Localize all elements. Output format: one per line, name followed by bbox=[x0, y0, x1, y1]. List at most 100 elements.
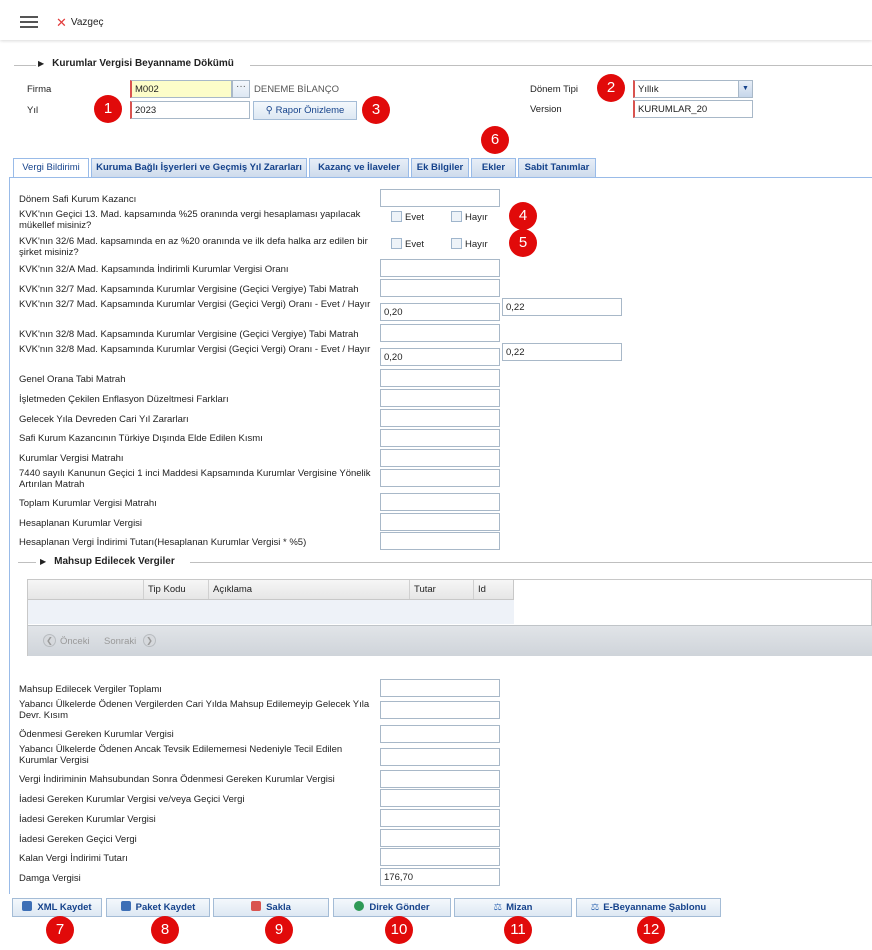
q1-evet-checkbox[interactable] bbox=[391, 211, 402, 222]
collapse-arrow-icon: ▶ bbox=[40, 557, 47, 566]
tab-vergi-bildirimi[interactable]: Vergi Bildirimi bbox=[13, 158, 89, 178]
mizan-button[interactable]: ⚖ Mizan bbox=[454, 898, 572, 917]
32-8-matrah-input[interactable] bbox=[380, 324, 500, 342]
grid-col-id[interactable]: Id bbox=[474, 580, 514, 599]
prev-page-icon[interactable]: ❮ bbox=[43, 634, 56, 647]
donem-tipi-label: Dönem Tipi bbox=[530, 84, 579, 95]
grid-col-aciklama[interactable]: Açıklama bbox=[209, 580, 410, 599]
field-label: Toplam Kurumlar Vergisi Matrahı bbox=[19, 498, 157, 509]
iade-kv-input[interactable] bbox=[380, 809, 500, 827]
xml-kaydet-button[interactable]: XML Kaydet bbox=[12, 898, 102, 917]
sakla-button[interactable]: Sakla bbox=[213, 898, 329, 917]
evet-label: Evet bbox=[405, 212, 425, 223]
collapse-arrow-icon: ▶ bbox=[38, 59, 45, 68]
download-icon bbox=[120, 901, 131, 911]
tab-sabit-tanimlar[interactable]: Sabit Tanımlar bbox=[518, 158, 596, 178]
32-7-matrah-input[interactable] bbox=[380, 279, 500, 297]
iade-gecici-vergi-input[interactable] bbox=[380, 829, 500, 847]
paket-kaydet-button[interactable]: Paket Kaydet bbox=[106, 898, 210, 917]
direk-gonder-button[interactable]: Direk Gönder bbox=[333, 898, 451, 917]
field-label: Kurumlar Vergisi Matrahı bbox=[19, 453, 124, 464]
field-label: Genel Orana Tabi Matrah bbox=[19, 374, 126, 385]
tab-ek-bilgiler[interactable]: Ek Bilgiler bbox=[411, 158, 469, 178]
section-divider bbox=[190, 562, 872, 563]
firma-code-input[interactable]: M002 bbox=[130, 80, 232, 98]
field-label: Yabancı Ülkelerde Ödenen Ancak Tevsik Ed… bbox=[19, 744, 343, 766]
tab-ekler[interactable]: Ekler bbox=[471, 158, 516, 178]
cancel-button[interactable]: ✕ Vazgeç bbox=[56, 15, 104, 31]
field-label: İadesi Gereken Kurumlar Vergisi ve/veya … bbox=[19, 794, 245, 805]
next-page-icon[interactable]: ❯ bbox=[143, 634, 156, 647]
indirimli-oran-input[interactable] bbox=[380, 259, 500, 277]
section-title[interactable]: ▶ Kurumlar Vergisi Beyanname Dökümü bbox=[38, 58, 234, 69]
hamburger-menu-icon[interactable] bbox=[20, 16, 38, 28]
32-8-oran-hayir-input[interactable]: 0,22 bbox=[502, 343, 622, 361]
firma-lookup-button[interactable]: ··· bbox=[232, 80, 250, 98]
field-label: İadesi Gereken Geçici Vergi bbox=[19, 834, 137, 845]
32-7-oran-evet-input[interactable]: 0,20 bbox=[380, 303, 500, 321]
yil-input[interactable]: 2023 bbox=[130, 101, 250, 119]
q2-evet-checkbox[interactable] bbox=[391, 238, 402, 249]
vergi-indirimi-tutari-input[interactable] bbox=[380, 532, 500, 550]
toplam-matrah-input[interactable] bbox=[380, 493, 500, 511]
hesaplanan-kv-input[interactable] bbox=[380, 513, 500, 531]
turkiye-disinda-kisim-input[interactable] bbox=[380, 429, 500, 447]
odenmesi-gereken-kv-input[interactable] bbox=[380, 725, 500, 743]
section-divider bbox=[14, 65, 36, 66]
kalan-vergi-indirimi-input[interactable] bbox=[380, 848, 500, 866]
32-7-oran-hayir-input[interactable]: 0,22 bbox=[502, 298, 622, 316]
annotation-badge: 4 bbox=[509, 202, 537, 230]
mahsup-section-title[interactable]: ▶ Mahsup Edilecek Vergiler bbox=[40, 556, 175, 567]
iade-kv-gecici-input[interactable] bbox=[380, 789, 500, 807]
donem-safi-kurum-kazanci-input[interactable] bbox=[380, 189, 500, 207]
field-label: Safi Kurum Kazancının Türkiye Dışında El… bbox=[19, 433, 263, 444]
question-label: KVK'nın 32/6 Mad. kapsamında en az %20 o… bbox=[19, 236, 368, 258]
field-label: 7440 sayılı Kanunun Geçici 1 inci Maddes… bbox=[19, 468, 371, 490]
field-label: Mahsup Edilecek Vergiler Toplamı bbox=[19, 684, 162, 695]
chevron-down-icon[interactable]: ▼ bbox=[738, 81, 752, 97]
section-divider bbox=[250, 65, 872, 66]
evet-label: Evet bbox=[405, 239, 425, 250]
search-icon: ⚲ bbox=[265, 105, 273, 116]
grid-col-tip-kodu[interactable]: Tip Kodu bbox=[144, 580, 209, 599]
section-divider bbox=[18, 562, 36, 563]
field-label: Vergi İndiriminin Mahsubundan Sonra Öden… bbox=[19, 774, 335, 785]
genel-orana-tabi-matrah-input[interactable] bbox=[380, 369, 500, 387]
tab-kuruma-bagli-isyerleri[interactable]: Kuruma Bağlı İşyerleri ve Geçmiş Yıl Zar… bbox=[91, 158, 307, 178]
32-8-oran-evet-input[interactable]: 0,20 bbox=[380, 348, 500, 366]
q1-hayir-checkbox[interactable] bbox=[451, 211, 462, 222]
next-page-label[interactable]: Sonraki bbox=[104, 636, 136, 647]
rapor-onizleme-button[interactable]: ⚲ Rapor Önizleme bbox=[253, 101, 357, 120]
tecil-edilen-kv-input[interactable] bbox=[380, 748, 500, 766]
tab-kazanc-ve-ilaveler[interactable]: Kazanç ve İlaveler bbox=[309, 158, 409, 178]
field-label: KVK'nın 32/A Mad. Kapsamında İndirimli K… bbox=[19, 264, 289, 275]
close-icon: ✕ bbox=[56, 15, 67, 30]
q2-hayir-checkbox[interactable] bbox=[451, 238, 462, 249]
donem-tipi-select[interactable]: Yıllık bbox=[633, 80, 753, 98]
mahsup-toplami-input[interactable] bbox=[380, 679, 500, 697]
grid-empty-row bbox=[28, 600, 514, 624]
field-label: Hesaplanan Vergi İndirimi Tutarı(Hesapla… bbox=[19, 537, 307, 548]
field-label: İşletmeden Çekilen Enflasyon Düzeltmesi … bbox=[19, 394, 229, 405]
annotation-badge: 2 bbox=[597, 74, 625, 102]
download-icon bbox=[22, 901, 33, 911]
balance-icon: ⚖ bbox=[590, 902, 600, 913]
damga-vergisi-input[interactable]: 176,70 bbox=[380, 868, 500, 886]
field-label: Hesaplanan Kurumlar Vergisi bbox=[19, 518, 143, 529]
field-label: İadesi Gereken Kurumlar Vergisi bbox=[19, 814, 156, 825]
kurumlar-vergisi-matrahi-input[interactable] bbox=[380, 449, 500, 467]
firma-label: Firma bbox=[27, 84, 52, 95]
mahsup-sonrasi-kv-input[interactable] bbox=[380, 770, 500, 788]
artirilan-matrah-input[interactable] bbox=[380, 469, 500, 487]
e-beyanname-sablonu-button[interactable]: ⚖ E-Beyanname Şablonu bbox=[576, 898, 721, 917]
yil-label: Yıl bbox=[27, 105, 39, 116]
cari-yil-zararlari-input[interactable] bbox=[380, 409, 500, 427]
grid-header: Tip Kodu Açıklama Tutar Id bbox=[27, 579, 514, 600]
annotation-badge: 1 bbox=[94, 95, 122, 123]
prev-page-label[interactable]: Önceki bbox=[60, 636, 90, 647]
gelecek-yila-devir-input[interactable] bbox=[380, 701, 500, 719]
enflasyon-duzeltmesi-input[interactable] bbox=[380, 389, 500, 407]
send-icon bbox=[354, 901, 365, 911]
version-input[interactable]: KURUMLAR_20 bbox=[633, 100, 753, 118]
grid-col-tutar[interactable]: Tutar bbox=[410, 580, 474, 599]
